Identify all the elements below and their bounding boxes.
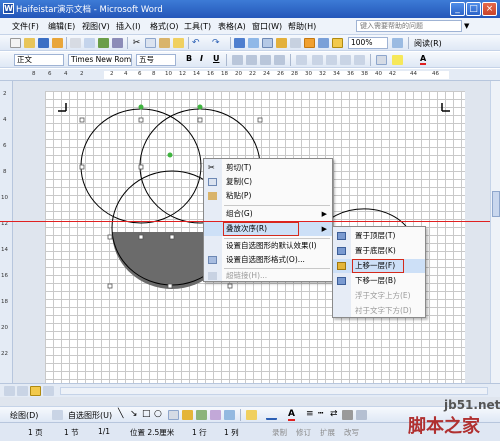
menu-item-cut[interactable]: ✂ 剪切(T) bbox=[204, 161, 332, 175]
menu-item-hyperlink[interactable]: 超链接(H)... bbox=[204, 269, 332, 283]
status-line: 1 行 bbox=[192, 428, 207, 437]
watermark-name: 脚本之家 bbox=[408, 416, 480, 437]
page-corner-marks bbox=[58, 103, 450, 112]
view-buttons-bar bbox=[0, 383, 500, 397]
textbox-icon[interactable] bbox=[168, 410, 179, 420]
annotation-highlight-box bbox=[352, 259, 404, 273]
paste-icon bbox=[208, 192, 217, 200]
status-section: 1 节 bbox=[64, 428, 79, 437]
vertical-scrollbar[interactable] bbox=[490, 81, 500, 383]
horizontal-scrollbar[interactable] bbox=[60, 387, 488, 395]
menu-item-label: 下移一层(B) bbox=[355, 276, 396, 285]
menu-item-label: 置于顶层(T) bbox=[355, 231, 396, 240]
spacer-bar bbox=[0, 397, 500, 406]
send-backward-icon bbox=[337, 277, 346, 285]
menu-item-label: 粘贴(P) bbox=[226, 191, 252, 200]
status-track-changes[interactable]: 修订 bbox=[296, 427, 311, 438]
menu-item-bring-to-front[interactable]: 置于顶层(T) bbox=[333, 229, 425, 243]
annotation-line bbox=[0, 221, 500, 222]
menu-item-label: 设置自选图形格式(O)... bbox=[226, 255, 305, 264]
rectangle-tool-icon[interactable]: □ bbox=[142, 409, 151, 419]
menu-item-label: 组合(G) bbox=[226, 209, 253, 218]
menu-item-copy[interactable]: 复制(C) bbox=[204, 175, 332, 189]
menu-item-label: 复制(C) bbox=[226, 177, 253, 186]
shadow-style-icon[interactable] bbox=[342, 410, 353, 420]
autoshapes-menu-button[interactable]: 自选图形(U) bbox=[68, 410, 112, 421]
diagram-icon[interactable] bbox=[196, 410, 207, 420]
line-color-icon[interactable] bbox=[266, 410, 277, 420]
menu-item-label: 剪切(T) bbox=[226, 163, 252, 172]
menu-item-behind-text[interactable]: 衬于文字下方(D) bbox=[333, 304, 425, 318]
status-column: 1 列 bbox=[224, 428, 239, 437]
status-record[interactable]: 录制 bbox=[272, 427, 287, 438]
status-page: 1 页 bbox=[28, 428, 43, 437]
status-position: 位置 2.5厘米 bbox=[130, 428, 175, 437]
3d-style-icon[interactable] bbox=[356, 410, 367, 420]
annotation-highlight-box bbox=[223, 222, 299, 236]
menu-item-format-shape[interactable]: 设置自选图形格式(O)... bbox=[204, 253, 332, 267]
menu-item-group[interactable]: 组合(G) ▶ bbox=[204, 207, 332, 221]
clipart-icon[interactable] bbox=[210, 410, 221, 420]
bring-forward-icon bbox=[337, 262, 346, 270]
menu-item-label: 置于底层(K) bbox=[355, 246, 396, 255]
toolbar-separator bbox=[240, 409, 241, 421]
menu-item-label: 设置自选图形的默认效果(I) bbox=[226, 241, 317, 250]
submenu-arrow-icon: ▶ bbox=[321, 225, 327, 233]
menu-item-in-front-of-text[interactable]: 浮于文字上方(E) bbox=[333, 289, 425, 303]
status-extend[interactable]: 扩展 bbox=[320, 427, 335, 438]
arrow-style-icon[interactable]: ⇄ bbox=[330, 409, 338, 419]
status-overtype[interactable]: 改写 bbox=[344, 427, 359, 438]
line-style-icon[interactable]: ≡ bbox=[306, 409, 314, 419]
fill-color-icon[interactable] bbox=[246, 410, 257, 420]
dash-style-icon[interactable]: ┅ bbox=[318, 409, 323, 419]
format-shape-icon bbox=[208, 256, 217, 264]
menu-item-label: 浮于文字上方(E) bbox=[355, 291, 411, 300]
print-layout-view-icon[interactable] bbox=[30, 386, 41, 396]
menu-item-paste[interactable]: 粘贴(P) bbox=[204, 189, 332, 203]
web-view-icon[interactable] bbox=[17, 386, 28, 396]
menu-divider bbox=[224, 205, 330, 206]
menu-item-send-backward[interactable]: 下移一层(B) bbox=[333, 274, 425, 288]
normal-view-icon[interactable] bbox=[4, 386, 15, 396]
wordart-icon[interactable] bbox=[182, 410, 193, 420]
select-objects-icon[interactable] bbox=[52, 410, 63, 420]
picture-icon[interactable] bbox=[224, 410, 235, 420]
arrow-tool-icon[interactable]: ↘ bbox=[130, 409, 138, 419]
scrollbar-thumb[interactable] bbox=[492, 191, 500, 217]
context-menu: ✂ 剪切(T) 复制(C) 粘贴(P) 组合(G) ▶ 叠放次序(R) ▶ 设置… bbox=[203, 158, 333, 282]
order-submenu: 置于顶层(T) 置于底层(K) 上移一层(F) 下移一层(B) 浮于文字上方(E… bbox=[332, 226, 426, 318]
menu-item-label: 超链接(H)... bbox=[226, 271, 268, 280]
rotation-handles bbox=[138, 104, 203, 158]
menu-item-set-default-style[interactable]: 设置自选图形的默认效果(I) bbox=[204, 239, 332, 253]
hyperlink-icon bbox=[208, 272, 217, 280]
menu-item-label: 衬于文字下方(D) bbox=[355, 306, 412, 315]
oval-tool-icon[interactable]: ○ bbox=[154, 409, 162, 419]
outline-view-icon[interactable] bbox=[43, 386, 54, 396]
submenu-arrow-icon: ▶ bbox=[321, 210, 327, 218]
bring-to-front-icon bbox=[337, 232, 346, 240]
watermark-url: jb51.net bbox=[444, 398, 500, 412]
draw-font-color-icon[interactable]: A bbox=[288, 409, 295, 421]
draw-menu-button[interactable]: 绘图(D) bbox=[10, 410, 38, 421]
line-tool-icon[interactable]: ╲ bbox=[118, 409, 123, 419]
scissors-icon: ✂ bbox=[208, 163, 215, 172]
send-to-back-icon bbox=[337, 247, 346, 255]
menu-item-send-to-back[interactable]: 置于底层(K) bbox=[333, 244, 425, 258]
status-page-count: 1/1 bbox=[98, 427, 111, 436]
copy-icon bbox=[208, 178, 217, 186]
